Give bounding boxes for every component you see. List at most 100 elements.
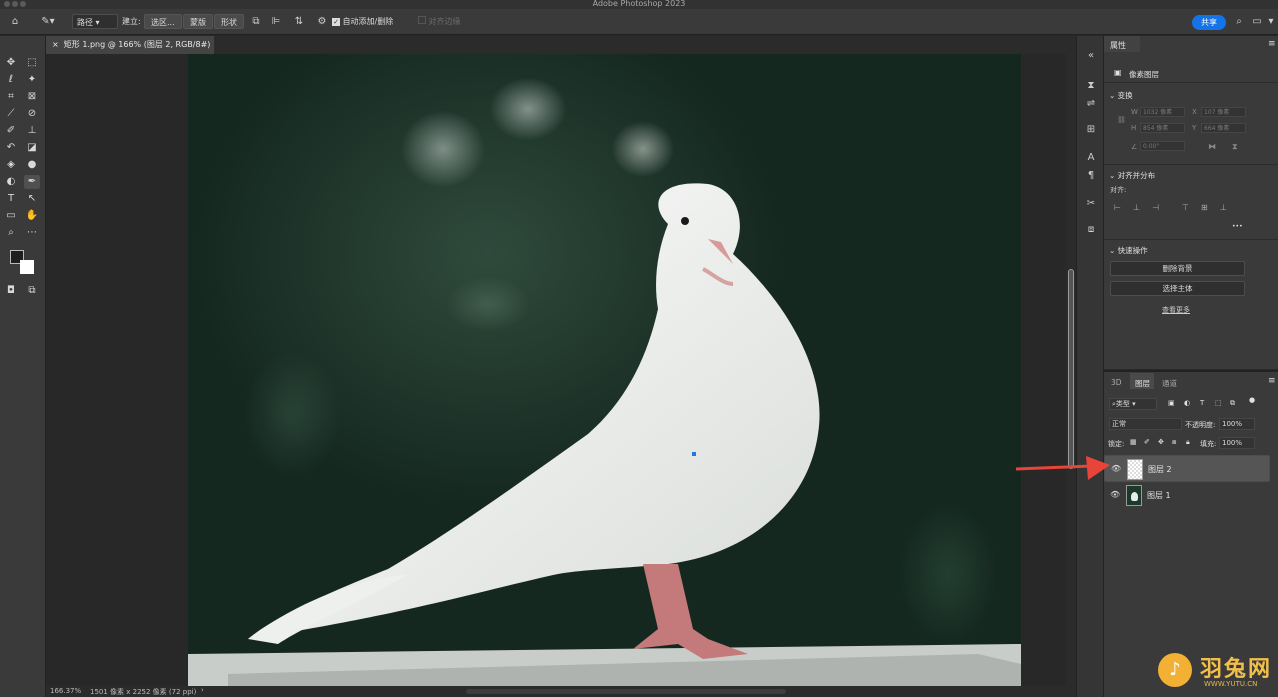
make-selection-button[interactable]: 选区...	[144, 14, 182, 29]
history-panel-icon[interactable]: ⧗	[1084, 80, 1098, 94]
layer-row-2[interactable]: 👁︎ 图层 2	[1104, 455, 1270, 482]
tools-panel-icon[interactable]: ✂	[1084, 198, 1098, 212]
screen-mode-icon[interactable]: ⧉	[24, 284, 40, 298]
panel-menu-icon[interactable]: ≡	[1268, 376, 1276, 386]
path-selection-tool-icon[interactable]: ↖	[24, 192, 40, 206]
chevron-down-icon[interactable]: ▾	[1266, 14, 1276, 29]
width-input[interactable]: 1032 像素	[1140, 107, 1185, 117]
filter-type-icon[interactable]: T	[1200, 399, 1204, 407]
filter-toggle-icon[interactable]: ●	[1249, 396, 1255, 404]
share-button[interactable]: 共享	[1192, 15, 1226, 30]
align-bottom-icon[interactable]: ⊥	[1220, 203, 1227, 212]
opacity-input[interactable]: 100%	[1219, 418, 1255, 430]
pen-tool-preset-icon[interactable]: ✎▾	[36, 14, 60, 29]
gear-icon[interactable]: ⚙	[316, 14, 328, 29]
angle-input[interactable]: 0.00°	[1140, 141, 1185, 151]
search-icon[interactable]: ⌕	[1233, 14, 1245, 29]
vertical-scrollbar[interactable]	[1066, 54, 1076, 686]
workspace-icon[interactable]: ▭	[1251, 14, 1263, 29]
visibility-eye-icon[interactable]: 👁︎	[1110, 490, 1120, 499]
transform-section-header[interactable]: ⌄ 变换	[1109, 90, 1133, 101]
horizontal-scrollbar[interactable]	[466, 689, 786, 694]
filter-smart-object-icon[interactable]: ⧉	[1230, 399, 1235, 408]
path-alignment-icon[interactable]: ⊫	[270, 14, 282, 29]
type-tool-icon[interactable]: T	[3, 192, 19, 206]
layer-name[interactable]: 图层 1	[1147, 490, 1171, 501]
flip-vertical-icon[interactable]: ⧗	[1232, 142, 1238, 152]
layer-name[interactable]: 图层 2	[1148, 464, 1172, 475]
view-more-link[interactable]: 查看更多	[1162, 305, 1190, 315]
close-icon[interactable]: ×	[52, 40, 59, 49]
clone-stamp-tool-icon[interactable]: ⊥	[24, 124, 40, 138]
align-top-icon[interactable]: ⊤	[1182, 203, 1189, 212]
eyedropper-tool-icon[interactable]: ⟋	[3, 107, 19, 121]
filter-adjustment-icon[interactable]: ◐	[1184, 399, 1190, 407]
lock-artboard-icon[interactable]: ⧈	[1172, 438, 1176, 447]
marquee-tool-icon[interactable]: ⬚	[24, 56, 40, 70]
3d-panel-icon[interactable]: ⧈	[1084, 224, 1098, 238]
move-tool-icon[interactable]: ✥	[3, 56, 19, 70]
crop-tool-icon[interactable]: ⌗	[3, 90, 19, 104]
home-icon[interactable]: ⌂	[8, 14, 22, 29]
align-middle-icon[interactable]: ⊞	[1201, 203, 1208, 212]
tab-channels[interactable]: 通道	[1162, 378, 1177, 389]
quick-mask-icon[interactable]: ◘	[3, 284, 19, 298]
remove-background-button[interactable]: 删除背景	[1110, 261, 1245, 276]
y-input[interactable]: 664 像素	[1201, 123, 1246, 133]
link-icon[interactable]: ⛓	[1117, 116, 1126, 124]
brush-tool-icon[interactable]: ✐	[3, 124, 19, 138]
lock-transparent-icon[interactable]: ▦	[1130, 438, 1137, 446]
make-shape-button[interactable]: 形状	[214, 14, 244, 29]
gradient-tool-icon[interactable]: ◈	[3, 158, 19, 172]
select-subject-button[interactable]: 选择主体	[1110, 281, 1245, 296]
healing-brush-tool-icon[interactable]: ⊘	[24, 107, 40, 121]
dodge-tool-icon[interactable]: ◐	[3, 175, 19, 189]
paragraph-panel-icon[interactable]: ¶	[1084, 170, 1098, 184]
zoom-level[interactable]: 166.37%	[50, 687, 81, 695]
lock-all-icon[interactable]: 🔒︎	[1186, 438, 1190, 447]
filter-type-select[interactable]: ⌕类型 ▾	[1109, 398, 1157, 410]
adjustments-panel-icon[interactable]: ⇌	[1084, 98, 1098, 112]
x-input[interactable]: 107 像素	[1201, 107, 1246, 117]
magic-wand-tool-icon[interactable]: ✦	[24, 73, 40, 87]
hand-tool-icon[interactable]: ✋	[24, 209, 40, 223]
make-mask-button[interactable]: 蒙版	[183, 14, 213, 29]
more-tools-icon[interactable]: ⋯	[24, 226, 40, 240]
layer-row-1[interactable]: 👁︎ 图层 1	[1104, 482, 1270, 509]
dove-photo[interactable]	[188, 54, 1021, 686]
history-brush-tool-icon[interactable]: ↶	[3, 141, 19, 155]
filter-pixel-icon[interactable]: ▣	[1168, 399, 1175, 407]
background-color-swatch[interactable]	[20, 260, 34, 274]
libraries-panel-icon[interactable]: ⊞	[1084, 124, 1098, 138]
blur-tool-icon[interactable]: ●	[24, 158, 40, 172]
fill-input[interactable]: 100%	[1219, 437, 1255, 449]
collapse-panels-icon[interactable]: «	[1084, 50, 1098, 64]
visibility-eye-icon[interactable]: 👁︎	[1111, 464, 1121, 473]
path-arrangement-icon[interactable]: ⇅	[292, 14, 306, 29]
filter-shape-icon[interactable]: ⬚	[1215, 399, 1222, 407]
rectangle-tool-icon[interactable]: ▭	[3, 209, 19, 223]
lasso-tool-icon[interactable]: ℓ	[3, 73, 19, 87]
align-left-icon[interactable]: ⊢	[1114, 203, 1121, 212]
character-panel-icon[interactable]: A	[1084, 152, 1098, 166]
height-input[interactable]: 854 像素	[1140, 123, 1185, 133]
frame-tool-icon[interactable]: ⊠	[24, 90, 40, 104]
quick-actions-header[interactable]: ⌄ 快速操作	[1109, 245, 1148, 256]
zoom-tool-icon[interactable]: ⌕	[3, 226, 19, 240]
path-operations-icon[interactable]: ⧉	[250, 14, 262, 29]
more-options-icon[interactable]: •••	[1232, 223, 1243, 230]
align-section-header[interactable]: ⌄ 对齐并分布	[1109, 170, 1155, 181]
auto-add-delete-checkbox[interactable]: ✓ 自动添加/删除	[332, 14, 393, 29]
scrollbar-thumb[interactable]	[1068, 269, 1074, 469]
lock-position-icon[interactable]: ✥	[1158, 438, 1164, 446]
pen-tool-icon[interactable]: ✒	[24, 175, 40, 189]
align-center-icon[interactable]: ⊥	[1133, 203, 1140, 212]
eraser-tool-icon[interactable]: ◪	[24, 141, 40, 155]
align-edges-checkbox[interactable]: 对齐边缘	[418, 14, 461, 29]
blend-mode-select[interactable]: 正常	[1109, 418, 1182, 430]
chevron-right-icon[interactable]: ›	[201, 686, 204, 694]
path-mode-select[interactable]: 路径 ▾	[72, 14, 118, 29]
tab-3d[interactable]: 3D	[1111, 378, 1122, 387]
lock-image-icon[interactable]: ✐	[1144, 438, 1150, 446]
document-tab[interactable]: × 矩形 1.png @ 166% (图层 2, RGB/8#) *	[46, 36, 214, 67]
